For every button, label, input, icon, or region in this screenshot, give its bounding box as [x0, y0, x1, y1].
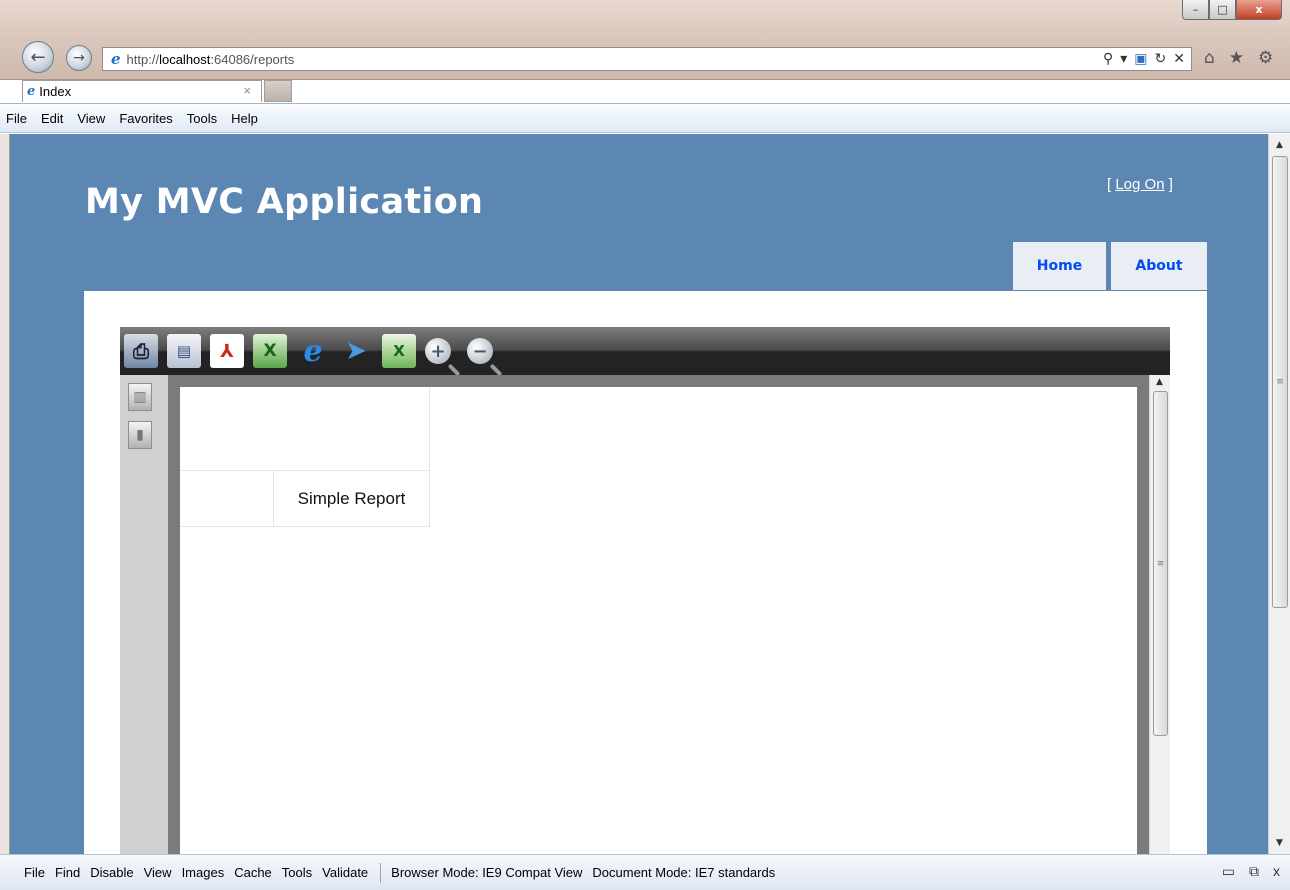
report-left-cell: [180, 471, 274, 527]
maximize-button[interactable]: □: [1209, 0, 1236, 20]
browser-tools: ⌂ ★ ⚙: [1204, 48, 1273, 68]
dev-menu-tools[interactable]: Tools: [282, 865, 312, 880]
address-tools: ⚲ ▾ ▣ ↻ ✕: [1103, 50, 1185, 67]
dev-menu-view[interactable]: View: [144, 865, 172, 880]
report-side-panel: ▥ ▮: [120, 375, 168, 854]
minimize-devtools-icon[interactable]: ▭: [1222, 863, 1235, 880]
refresh-icon[interactable]: ↻: [1155, 50, 1167, 67]
stop-icon[interactable]: ✕: [1173, 50, 1185, 67]
forward-button[interactable]: →: [66, 45, 92, 71]
site-title: My MVC Application: [85, 182, 484, 222]
ie-icon[interactable]: e: [296, 334, 330, 369]
nav-home-tab[interactable]: Home: [1013, 242, 1106, 290]
tab-ie-icon: e: [27, 84, 36, 99]
url-path: :64086/reports: [210, 51, 295, 67]
dev-menu-find[interactable]: Find: [55, 865, 80, 880]
address-bar[interactable]: e http://localhost:64086/reports ⚲ ▾ ▣ ↻…: [102, 47, 1192, 71]
favorites-star-icon[interactable]: ★: [1229, 48, 1244, 68]
report-scroll-thumb[interactable]: ≡: [1153, 391, 1168, 736]
logon-area: [ Log On ]: [1107, 176, 1173, 193]
pages-icon[interactable]: ▥: [128, 383, 152, 411]
new-tab-button[interactable]: [264, 80, 292, 102]
compatibility-view-icon[interactable]: ▣: [1134, 50, 1147, 67]
ie-page-icon: e: [111, 50, 121, 68]
unpin-devtools-icon[interactable]: ⧉: [1249, 863, 1259, 880]
menu-help[interactable]: Help: [231, 111, 258, 126]
devbar-controls: ▭ ⧉ x: [1222, 863, 1280, 880]
report-header-cell: [180, 387, 430, 471]
zoom-in-icon[interactable]: +: [425, 338, 451, 364]
dropdown-icon[interactable]: ▾: [1120, 50, 1127, 67]
document-icon[interactable]: ▤: [167, 334, 201, 368]
bookmark-icon[interactable]: ▮: [128, 421, 152, 449]
gear-icon[interactable]: ⚙: [1258, 48, 1273, 68]
nav-about-tab[interactable]: About: [1111, 242, 1207, 290]
excel-icon[interactable]: X: [253, 334, 287, 368]
browser-titlebar: – □ x ← → e http://localhost:64086/repor…: [0, 0, 1290, 80]
document-mode[interactable]: Document Mode: IE7 standards: [592, 865, 775, 880]
url-host: localhost: [159, 51, 211, 67]
back-button[interactable]: ←: [22, 41, 54, 73]
tab-title: Index: [39, 84, 72, 99]
page-scrollbar[interactable]: ▲ ≡ ▼: [1268, 134, 1290, 854]
menu-view[interactable]: View: [77, 111, 105, 126]
search-icon[interactable]: ⚲: [1103, 50, 1113, 67]
window-left-edge: [0, 134, 10, 854]
page-scroll-up-icon[interactable]: ▲: [1276, 140, 1283, 150]
report-title: Simple Report: [274, 471, 430, 527]
page-viewport: My MVC Application [ Log On ] Home About…: [10, 134, 1268, 854]
minimize-button[interactable]: –: [1182, 0, 1209, 20]
dev-menu-images[interactable]: Images: [182, 865, 225, 880]
menu-file[interactable]: File: [6, 111, 27, 126]
zoom-out-icon[interactable]: −: [467, 338, 493, 364]
logon-bracket-close: ]: [1168, 176, 1173, 193]
browser-menubar: File Edit View Favorites Tools Help: [0, 103, 1290, 133]
dev-menu-validate[interactable]: Validate: [322, 865, 368, 880]
url-prefix: http://: [126, 51, 160, 67]
logon-bracket-open: [: [1107, 176, 1112, 193]
report-page: Simple Report: [180, 387, 1137, 854]
dev-menu-disable[interactable]: Disable: [90, 865, 133, 880]
forward-arrow-icon: →: [73, 50, 85, 66]
home-icon[interactable]: ⌂: [1204, 48, 1215, 68]
excel-export-icon[interactable]: X: [382, 334, 416, 368]
report-scrollbar[interactable]: ▲ ≡: [1149, 375, 1170, 854]
close-devtools-icon[interactable]: x: [1273, 863, 1280, 880]
pdf-icon[interactable]: ⅄: [210, 334, 244, 368]
report-toolbar: ⎙ ▤ ⅄ X e ➤ X + −: [120, 327, 1170, 375]
menu-favorites[interactable]: Favorites: [119, 111, 172, 126]
dev-menu-cache[interactable]: Cache: [234, 865, 272, 880]
menu-edit[interactable]: Edit: [41, 111, 63, 126]
tab-close-icon[interactable]: ×: [243, 83, 251, 98]
report-body: Simple Report ▲ ≡: [168, 375, 1170, 854]
report-viewer: ⎙ ▤ ⅄ X e ➤ X + − ▥ ▮ Simple Report ▲ ≡: [120, 327, 1170, 854]
dev-menu-file[interactable]: File: [24, 865, 45, 880]
close-window-button[interactable]: x: [1236, 0, 1282, 20]
main-content: ⎙ ▤ ⅄ X e ➤ X + − ▥ ▮ Simple Report ▲ ≡: [84, 291, 1207, 854]
developer-tools-bar: File Find Disable View Images Cache Tool…: [0, 854, 1290, 890]
page-scroll-thumb[interactable]: ≡: [1272, 156, 1288, 608]
menu-tools[interactable]: Tools: [187, 111, 217, 126]
browser-tab[interactable]: e Index ×: [22, 80, 262, 102]
devbar-separator: [380, 862, 382, 883]
browser-mode[interactable]: Browser Mode: IE9 Compat View: [391, 865, 582, 880]
back-arrow-icon: ←: [30, 46, 46, 68]
scroll-up-icon[interactable]: ▲: [1156, 377, 1163, 387]
send-icon[interactable]: ➤: [339, 334, 373, 368]
print-icon[interactable]: ⎙: [124, 334, 158, 368]
logon-link[interactable]: Log On: [1115, 176, 1164, 193]
page-scroll-down-icon[interactable]: ▼: [1276, 838, 1283, 848]
window-controls: – □ x: [1182, 0, 1282, 20]
